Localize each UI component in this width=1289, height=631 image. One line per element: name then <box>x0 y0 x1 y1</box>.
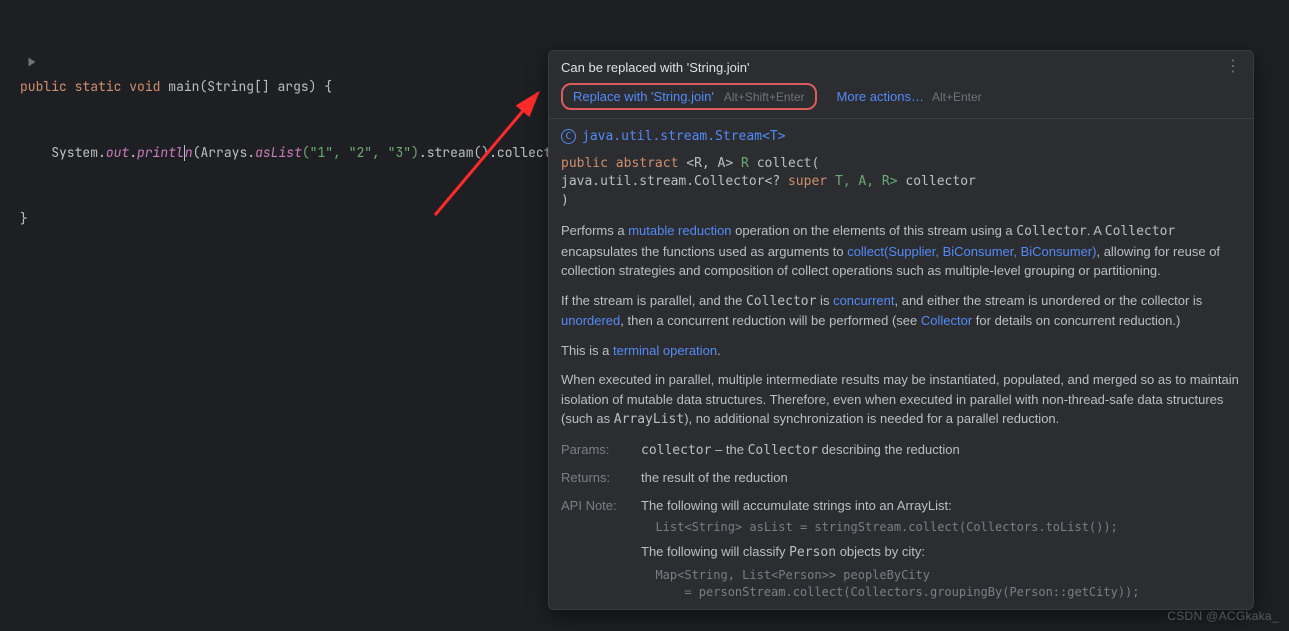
apinote-label: API Note: <box>561 496 631 609</box>
doc-link[interactable]: collect(Supplier, BiConsumer, BiConsumer… <box>847 244 1096 259</box>
more-actions-link[interactable]: More actions… <box>837 89 924 104</box>
class-link[interactable]: java.util.stream.Stream<T> <box>582 127 786 147</box>
shortcut-label: Alt+Shift+Enter <box>724 90 805 104</box>
quick-doc-popup: Can be replaced with 'String.join' ⋮ Rep… <box>548 50 1254 610</box>
doc-paragraph: If the stream is parallel, and the Colle… <box>561 291 1241 331</box>
returns-value: the result of the reduction <box>641 468 1241 488</box>
params-label: Params: <box>561 440 631 461</box>
more-options-icon[interactable]: ⋮ <box>1225 59 1241 75</box>
documentation-body[interactable]: C java.util.stream.Stream<T> public abst… <box>549 118 1253 609</box>
popup-title: Can be replaced with 'String.join' <box>561 60 750 75</box>
doc-link[interactable]: terminal operation <box>613 343 717 358</box>
doc-paragraph: When executed in parallel, multiple inte… <box>561 370 1241 430</box>
run-gutter-icon[interactable] <box>0 32 8 46</box>
apinote-body: The following will accumulate strings in… <box>641 496 1241 609</box>
replace-with-string-join-action[interactable]: Replace with 'String.join' Alt+Shift+Ent… <box>561 83 817 110</box>
watermark: CSDN @ACGkaka_ <box>1167 609 1279 623</box>
doc-link[interactable]: unordered <box>561 313 620 328</box>
method-signature: public abstract <R, A> R collect( java.u… <box>561 155 1241 212</box>
doc-paragraph: Performs a mutable reduction operation o… <box>561 221 1241 281</box>
doc-paragraph: This is a terminal operation. <box>561 341 1241 361</box>
returns-label: Returns: <box>561 468 631 488</box>
params-value: collector – the Collector describing the… <box>641 440 1241 461</box>
doc-link[interactable]: Collector <box>921 313 972 328</box>
class-badge-icon: C <box>561 129 576 144</box>
doc-link[interactable]: mutable reduction <box>628 223 731 238</box>
shortcut-label: Alt+Enter <box>932 90 982 104</box>
doc-link[interactable]: concurrent <box>833 293 894 308</box>
